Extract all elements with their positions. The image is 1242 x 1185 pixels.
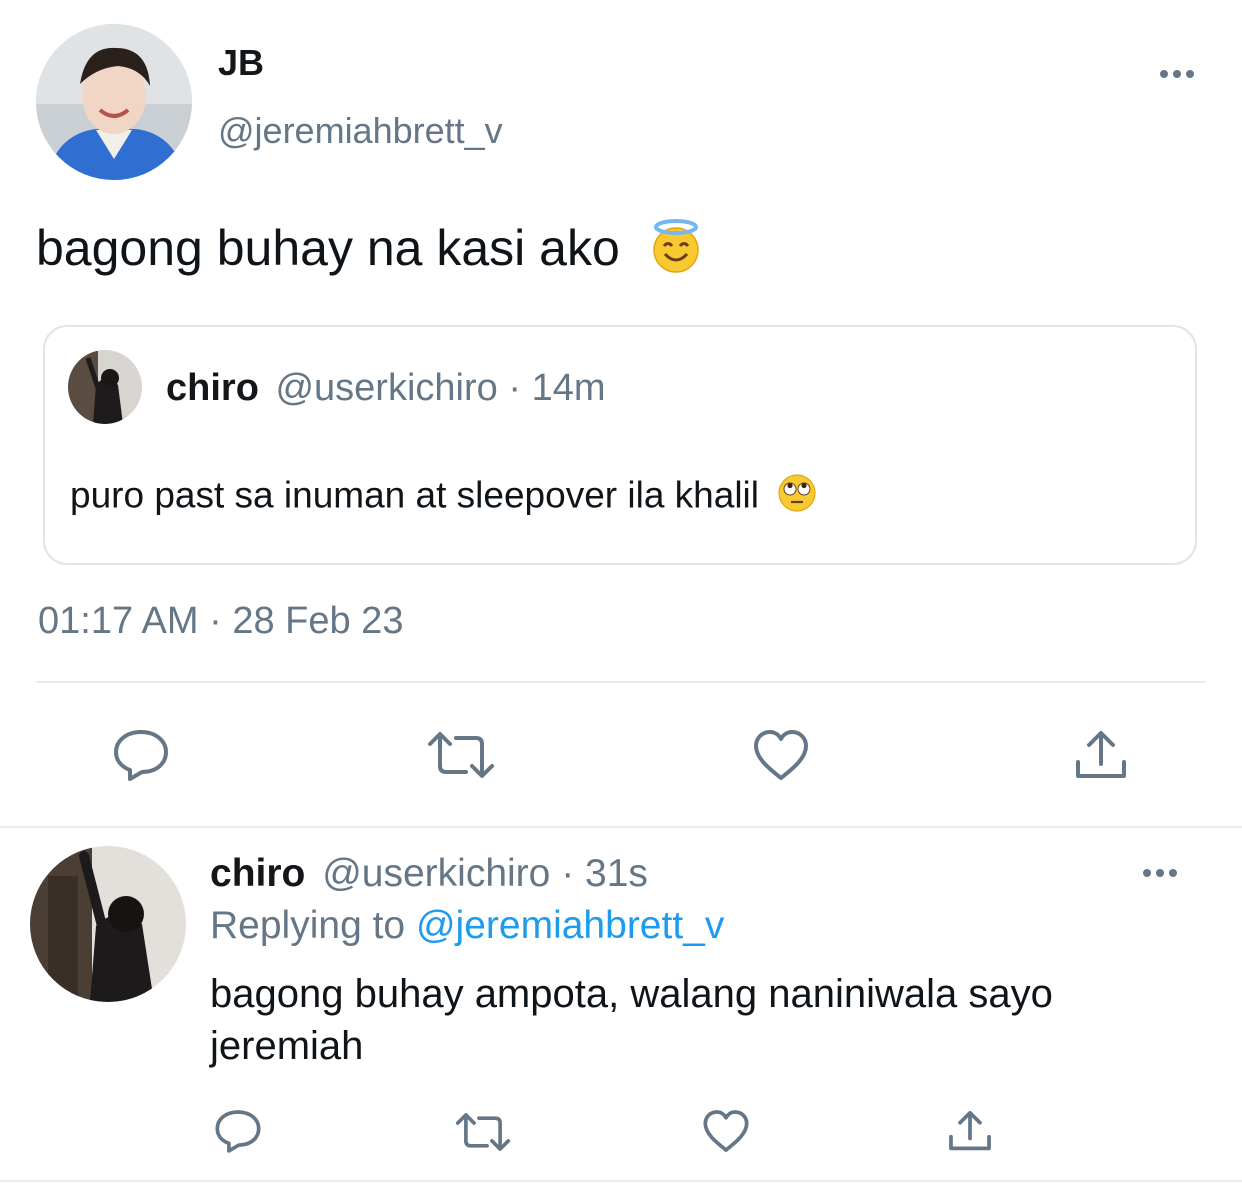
divider: [0, 826, 1242, 828]
quoted-author-name[interactable]: chiro: [166, 367, 259, 409]
quoted-time[interactable]: 14m: [532, 367, 606, 409]
replying-to-label: Replying to: [210, 904, 406, 947]
more-dot: [1186, 70, 1194, 78]
tweet-text: bagong buhay na kasi ako: [36, 220, 620, 277]
author-name[interactable]: JB: [218, 42, 264, 84]
reply-icon[interactable]: [112, 728, 170, 782]
reply-author-avatar[interactable]: [30, 846, 186, 1002]
author-handle[interactable]: @jeremiahbrett_v: [218, 110, 503, 152]
share-icon[interactable]: [946, 1108, 994, 1154]
more-dot: [1156, 869, 1164, 877]
tweet-text-row: bagong buhay na kasi ako: [36, 218, 704, 286]
more-options-button[interactable]: [1160, 70, 1194, 78]
separator-dot: ·: [561, 852, 575, 895]
more-dot: [1160, 70, 1168, 78]
face-with-rolling-eyes-icon: [777, 473, 817, 522]
reply-text-line-2: jeremiah: [210, 1024, 364, 1068]
tweet-timestamp[interactable]: 01:17 AM · 28 Feb 23: [38, 600, 403, 643]
reply-author-handle[interactable]: @userkichiro: [322, 852, 550, 895]
reply-icon[interactable]: [214, 1108, 262, 1154]
like-icon[interactable]: [752, 728, 810, 782]
quoted-author-avatar[interactable]: [68, 350, 142, 424]
retweet-icon[interactable]: [454, 1110, 512, 1154]
quoted-author-handle[interactable]: @userkichiro: [275, 367, 497, 409]
more-dot: [1143, 869, 1151, 877]
quoted-text: puro past sa inuman at sleepover ila kha…: [70, 474, 759, 516]
replying-to-line: Replying to @jeremiahbrett_v: [210, 904, 724, 948]
share-icon[interactable]: [1072, 728, 1130, 782]
more-options-button[interactable]: [1143, 869, 1177, 877]
reply-time[interactable]: 31s: [585, 852, 648, 895]
divider: [0, 1180, 1242, 1182]
divider: [36, 681, 1206, 683]
more-dot: [1169, 869, 1177, 877]
reply-text-line-1: bagong buhay ampota, walang naniniwala s…: [210, 972, 1053, 1016]
quoted-text-row: puro past sa inuman at sleepover ila kha…: [70, 473, 817, 522]
author-avatar[interactable]: [36, 24, 192, 180]
quoted-tweet-card[interactable]: [43, 325, 1197, 565]
reply-header: chiro @userkichiro · 31s: [210, 852, 648, 896]
reply-author-name[interactable]: chiro: [210, 852, 305, 895]
more-dot: [1173, 70, 1181, 78]
separator-dot: ·: [508, 367, 521, 409]
smiling-face-with-halo-icon: [648, 218, 704, 286]
retweet-icon[interactable]: [426, 728, 496, 782]
quoted-header: chiro @userkichiro · 14m: [166, 367, 605, 410]
replying-to-link[interactable]: @jeremiahbrett_v: [416, 904, 724, 947]
like-icon[interactable]: [702, 1108, 750, 1154]
